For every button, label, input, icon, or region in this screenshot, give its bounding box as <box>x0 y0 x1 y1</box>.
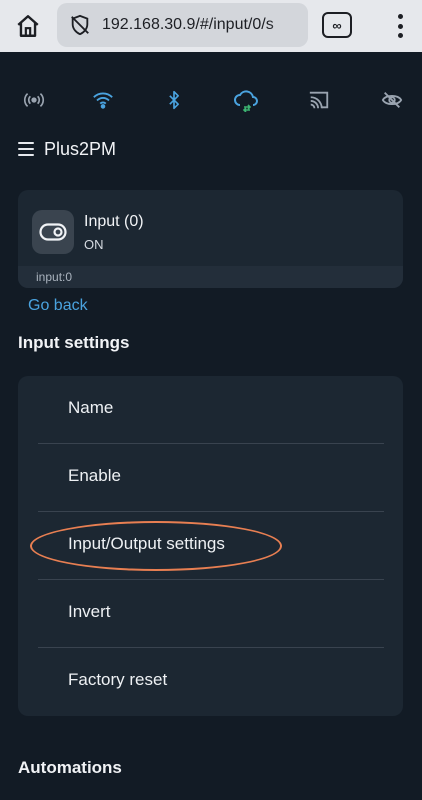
device-title: Plus2PM <box>44 138 117 159</box>
setting-label: Input/Output settings <box>68 534 225 553</box>
setting-label: Enable <box>68 466 121 485</box>
input-id-label: input:0 <box>36 270 73 284</box>
setting-item-factory-reset[interactable]: Factory reset <box>38 648 384 716</box>
setting-label: Invert <box>68 602 111 621</box>
cast-icon[interactable] <box>305 86 333 114</box>
setting-label: Factory reset <box>68 670 168 689</box>
input-state: ON <box>84 237 104 252</box>
automations-title: Automations <box>18 758 122 777</box>
bluetooth-icon[interactable] <box>160 86 188 114</box>
browser-toolbar: 192.168.30.9/#/input/0/s ∞ <box>0 0 422 52</box>
status-icons-row <box>0 86 422 116</box>
setting-item-enable[interactable]: Enable <box>38 444 384 512</box>
input-settings-list: Name Enable Input/Output settings Invert… <box>18 376 403 716</box>
input-name: Input (0) <box>84 213 144 230</box>
setting-item-name[interactable]: Name <box>38 376 384 444</box>
input-card[interactable]: Input (0) ON input:0 <box>18 190 403 288</box>
toggle-icon[interactable] <box>32 210 74 254</box>
card-footer: input:0 <box>18 266 403 288</box>
hamburger-menu-icon[interactable] <box>18 142 34 156</box>
tabs-button[interactable]: ∞ <box>322 12 352 38</box>
device-header: Plus2PM <box>18 134 116 164</box>
input-settings-title: Input settings <box>18 333 130 352</box>
eye-off-icon[interactable] <box>378 86 406 114</box>
address-bar[interactable]: 192.168.30.9/#/input/0/s <box>57 3 308 47</box>
go-back-link[interactable]: Go back <box>28 297 88 315</box>
shield-off-icon[interactable] <box>69 14 91 36</box>
broadcast-icon[interactable] <box>20 86 48 114</box>
home-icon[interactable] <box>10 8 46 44</box>
setting-item-io-settings[interactable]: Input/Output settings <box>38 512 384 580</box>
cloud-sync-icon[interactable] <box>232 86 260 114</box>
setting-item-invert[interactable]: Invert <box>38 580 384 648</box>
more-menu-icon[interactable] <box>390 10 410 42</box>
url-text[interactable]: 192.168.30.9/#/input/0/s <box>102 16 274 34</box>
setting-label: Name <box>68 398 114 417</box>
wifi-icon[interactable] <box>89 86 117 114</box>
